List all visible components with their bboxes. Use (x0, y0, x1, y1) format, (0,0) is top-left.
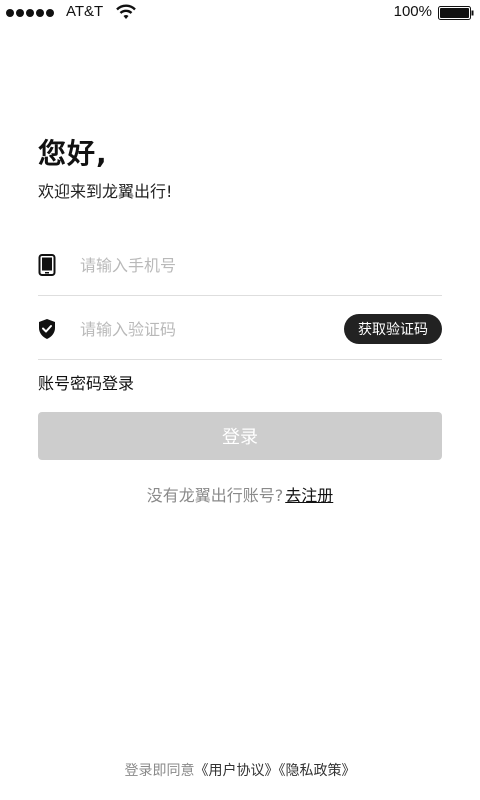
password-login-link[interactable]: 账号密码登录 (38, 370, 134, 394)
greeting-subtitle: 欢迎来到龙翼出行! (38, 182, 173, 201)
login-button[interactable]: 登录 (38, 412, 442, 460)
shield-check-icon (39, 319, 55, 339)
phone-input[interactable] (80, 250, 330, 280)
signal-strength-icon (6, 9, 54, 17)
agreement-prefix: 登录即同意 (124, 763, 195, 779)
agreement-row: 登录即同意《用户协议》《隐私政策》 (0, 760, 480, 780)
privacy-policy-link[interactable]: 《隐私政策》 (279, 763, 356, 779)
battery-percent: 100% (393, 3, 432, 20)
register-link[interactable]: 去注册 (285, 486, 333, 505)
greeting-title: 您好, (38, 137, 108, 170)
verification-code-field: 获取验证码 (38, 300, 442, 360)
battery-icon (438, 6, 474, 20)
phone-field (38, 236, 442, 296)
verification-code-input[interactable] (80, 314, 330, 344)
status-bar: AT&T 100% (0, 0, 480, 26)
register-prompt: 没有龙翼出行账号? (146, 486, 284, 505)
get-code-button[interactable]: 获取验证码 (344, 314, 442, 344)
carrier-name: AT&T (66, 3, 104, 20)
register-row: 没有龙翼出行账号? 去注册 (0, 482, 480, 506)
phone-icon (38, 254, 56, 276)
wifi-icon (116, 4, 136, 19)
user-agreement-link[interactable]: 《用户协议》 (195, 763, 279, 779)
